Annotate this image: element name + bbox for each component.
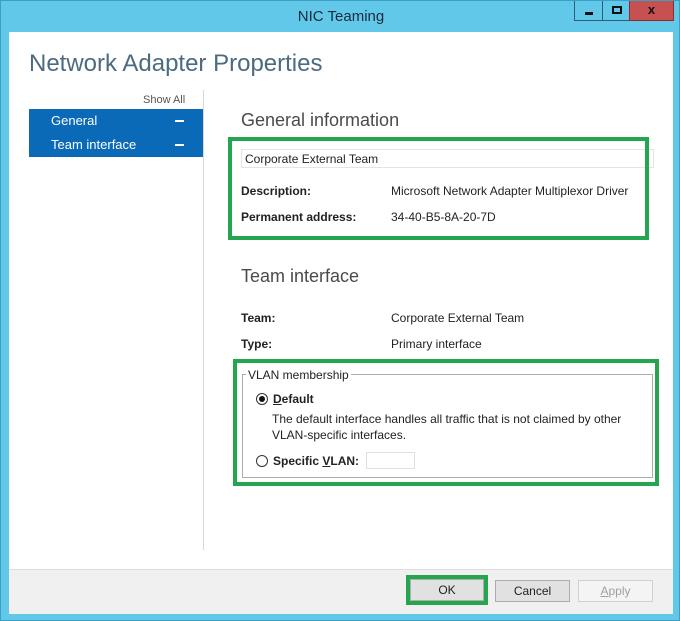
sidebar-item-team-interface[interactable]: Team interface [29, 133, 203, 157]
label-text: pply [608, 584, 631, 598]
title-bar[interactable]: NIC Teaming x [1, 1, 680, 32]
dialog-client: Network Adapter Properties Show All Gene… [9, 32, 673, 614]
page-title: Network Adapter Properties [29, 50, 323, 77]
maximize-button[interactable] [602, 1, 630, 21]
sidebar-nav: General Team interface [29, 109, 203, 157]
team-label: Team: [241, 311, 276, 325]
type-label: Type: [241, 337, 273, 351]
sidebar-item-general[interactable]: General [29, 109, 203, 133]
close-button[interactable]: x [629, 1, 674, 21]
close-icon: x [647, 2, 656, 17]
highlight-vlan-box [233, 359, 659, 486]
collapse-icon[interactable] [175, 120, 184, 122]
minimize-icon [585, 12, 593, 15]
highlight-ok-box [406, 575, 488, 605]
highlight-general-box [228, 137, 649, 240]
minimize-button[interactable] [574, 1, 603, 21]
team-value: Corporate External Team [391, 311, 525, 325]
maximize-icon [612, 6, 622, 14]
cancel-button[interactable]: Cancel [495, 580, 570, 602]
sidebar-item-label: General [51, 113, 98, 128]
show-all-link[interactable]: Show All [143, 94, 185, 106]
mnemonic: A [600, 584, 609, 598]
dialog-footer [9, 569, 673, 614]
sidebar-divider [203, 90, 204, 550]
type-value: Primary interface [391, 337, 482, 351]
general-information-heading: General information [241, 110, 400, 130]
apply-button[interactable]: Apply [578, 580, 653, 602]
nic-teaming-window: NIC Teaming x Network Adapter Properties… [0, 0, 680, 621]
team-interface-heading: Team interface [241, 266, 360, 286]
sidebar-item-label: Team interface [51, 137, 137, 152]
collapse-icon[interactable] [175, 144, 184, 146]
